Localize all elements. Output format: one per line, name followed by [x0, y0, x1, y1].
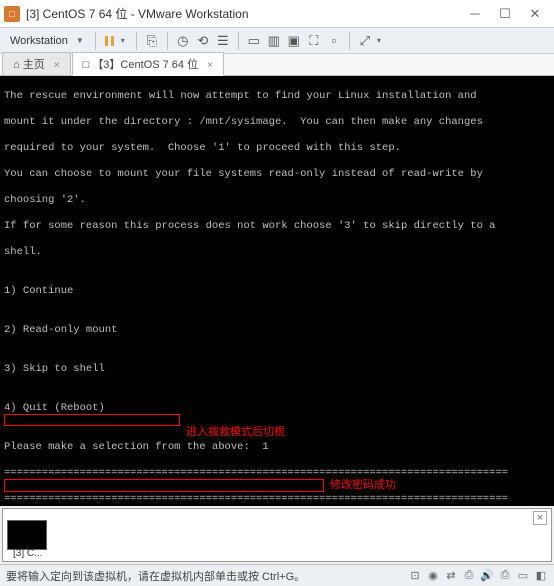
annotation-box-passwd — [4, 479, 324, 492]
divider — [238, 32, 239, 50]
terminal-line: Please make a selection from the above: … — [4, 441, 550, 454]
chevron-down-icon[interactable]: ▼ — [76, 36, 84, 45]
panel-close-button[interactable]: × — [533, 511, 547, 525]
toolbar: Workstation ▼ ▾ ⎘ ◷ ⟲ ☰ ▭ ▥ ▣ ⛶ ▫ ⤢ ▾ — [0, 28, 554, 54]
thumbnail-label: [3] C... — [13, 548, 42, 559]
tab-centos-label: 【3】CentOS 7 64 位 — [92, 59, 198, 71]
statusbar: 要将输入定向到该虚拟机，请在虚拟机内部单击或按 Ctrl+G。 ⊡ ◉ ⇄ ⎙ … — [0, 564, 554, 586]
usb-icon[interactable]: ⎙ — [462, 569, 476, 583]
send-icon[interactable]: ⎘ — [144, 33, 160, 49]
annotation-box-chroot — [4, 414, 180, 426]
titlebar: □ [3] CentOS 7 64 位 - VMware Workstation… — [0, 0, 554, 28]
status-hint: 要将输入定向到该虚拟机，请在虚拟机内部单击或按 Ctrl+G。 — [6, 568, 305, 584]
close-icon[interactable]: × — [207, 60, 213, 71]
terminal-line: required to your system. Choose '1' to p… — [4, 142, 550, 155]
terminal-output[interactable]: The rescue environment will now attempt … — [0, 76, 554, 506]
pause-icon[interactable] — [103, 34, 117, 48]
annotation-label-chroot: 进入拨救模式后切根 — [186, 426, 285, 439]
workstation-menu[interactable]: Workstation — [6, 35, 72, 47]
chevron-down-icon[interactable]: ▾ — [121, 36, 125, 45]
display-icon[interactable]: ▭ — [516, 569, 530, 583]
tab-centos[interactable]: □ 【3】CentOS 7 64 位 × — [72, 52, 224, 76]
printer-icon[interactable]: ⎙ — [498, 569, 512, 583]
terminal-line: The rescue environment will now attempt … — [4, 90, 550, 103]
divider — [349, 32, 350, 50]
stretch-icon[interactable]: ⤢ — [357, 33, 373, 49]
chevron-down-icon[interactable]: ▾ — [377, 36, 381, 45]
layout-icon[interactable]: ▭ — [246, 33, 262, 49]
thumbnail-icon[interactable]: ▥ — [266, 33, 282, 49]
terminal-line: shell. — [4, 246, 550, 259]
divider — [136, 32, 137, 50]
terminal-line: ========================================… — [4, 493, 550, 506]
minimize-button[interactable]: ─ — [460, 4, 490, 24]
message-icon[interactable]: ◧ — [534, 569, 548, 583]
terminal-line: choosing '2'. — [4, 194, 550, 207]
close-icon[interactable]: × — [54, 60, 60, 71]
terminal-line: 2) Read-only mount — [4, 324, 550, 337]
fullscreen-icon[interactable]: ⛶ — [306, 33, 322, 49]
network-icon[interactable]: ⇄ — [444, 569, 458, 583]
disk-icon[interactable]: ⊡ — [408, 569, 422, 583]
snapshot-icon[interactable]: ◷ — [175, 33, 191, 49]
divider — [167, 32, 168, 50]
cd-icon[interactable]: ◉ — [426, 569, 440, 583]
annotation-label-passwd: 修改密码成功 — [330, 479, 396, 492]
tab-home[interactable]: ⌂ 主页 × — [2, 52, 71, 75]
sound-icon[interactable]: 🔊 — [480, 569, 494, 583]
tab-bar: ⌂ 主页 × □ 【3】CentOS 7 64 位 × — [0, 54, 554, 76]
thumbnail-panel: × [3] C... — [2, 508, 552, 562]
divider — [95, 32, 96, 50]
close-button[interactable]: ✕ — [520, 4, 550, 24]
app-icon: □ — [4, 6, 20, 22]
terminal-line: mount it under the directory : /mnt/sysi… — [4, 116, 550, 129]
unity-icon[interactable]: ▣ — [286, 33, 302, 49]
vm-thumbnail[interactable] — [7, 520, 47, 550]
terminal-line: You can choose to mount your file system… — [4, 168, 550, 181]
window-title: [3] CentOS 7 64 位 - VMware Workstation — [26, 5, 460, 22]
terminal-line: 1) Continue — [4, 285, 550, 298]
manage-icon[interactable]: ☰ — [215, 33, 231, 49]
terminal-line: 3) Skip to shell — [4, 363, 550, 376]
device-icons: ⊡ ◉ ⇄ ⎙ 🔊 ⎙ ▭ ◧ — [408, 569, 548, 583]
maximize-button[interactable]: ☐ — [490, 4, 520, 24]
revert-icon[interactable]: ⟲ — [195, 33, 211, 49]
tab-home-label: 主页 — [23, 59, 45, 71]
terminal-line: If for some reason this process does not… — [4, 220, 550, 233]
console-icon[interactable]: ▫ — [326, 33, 342, 49]
